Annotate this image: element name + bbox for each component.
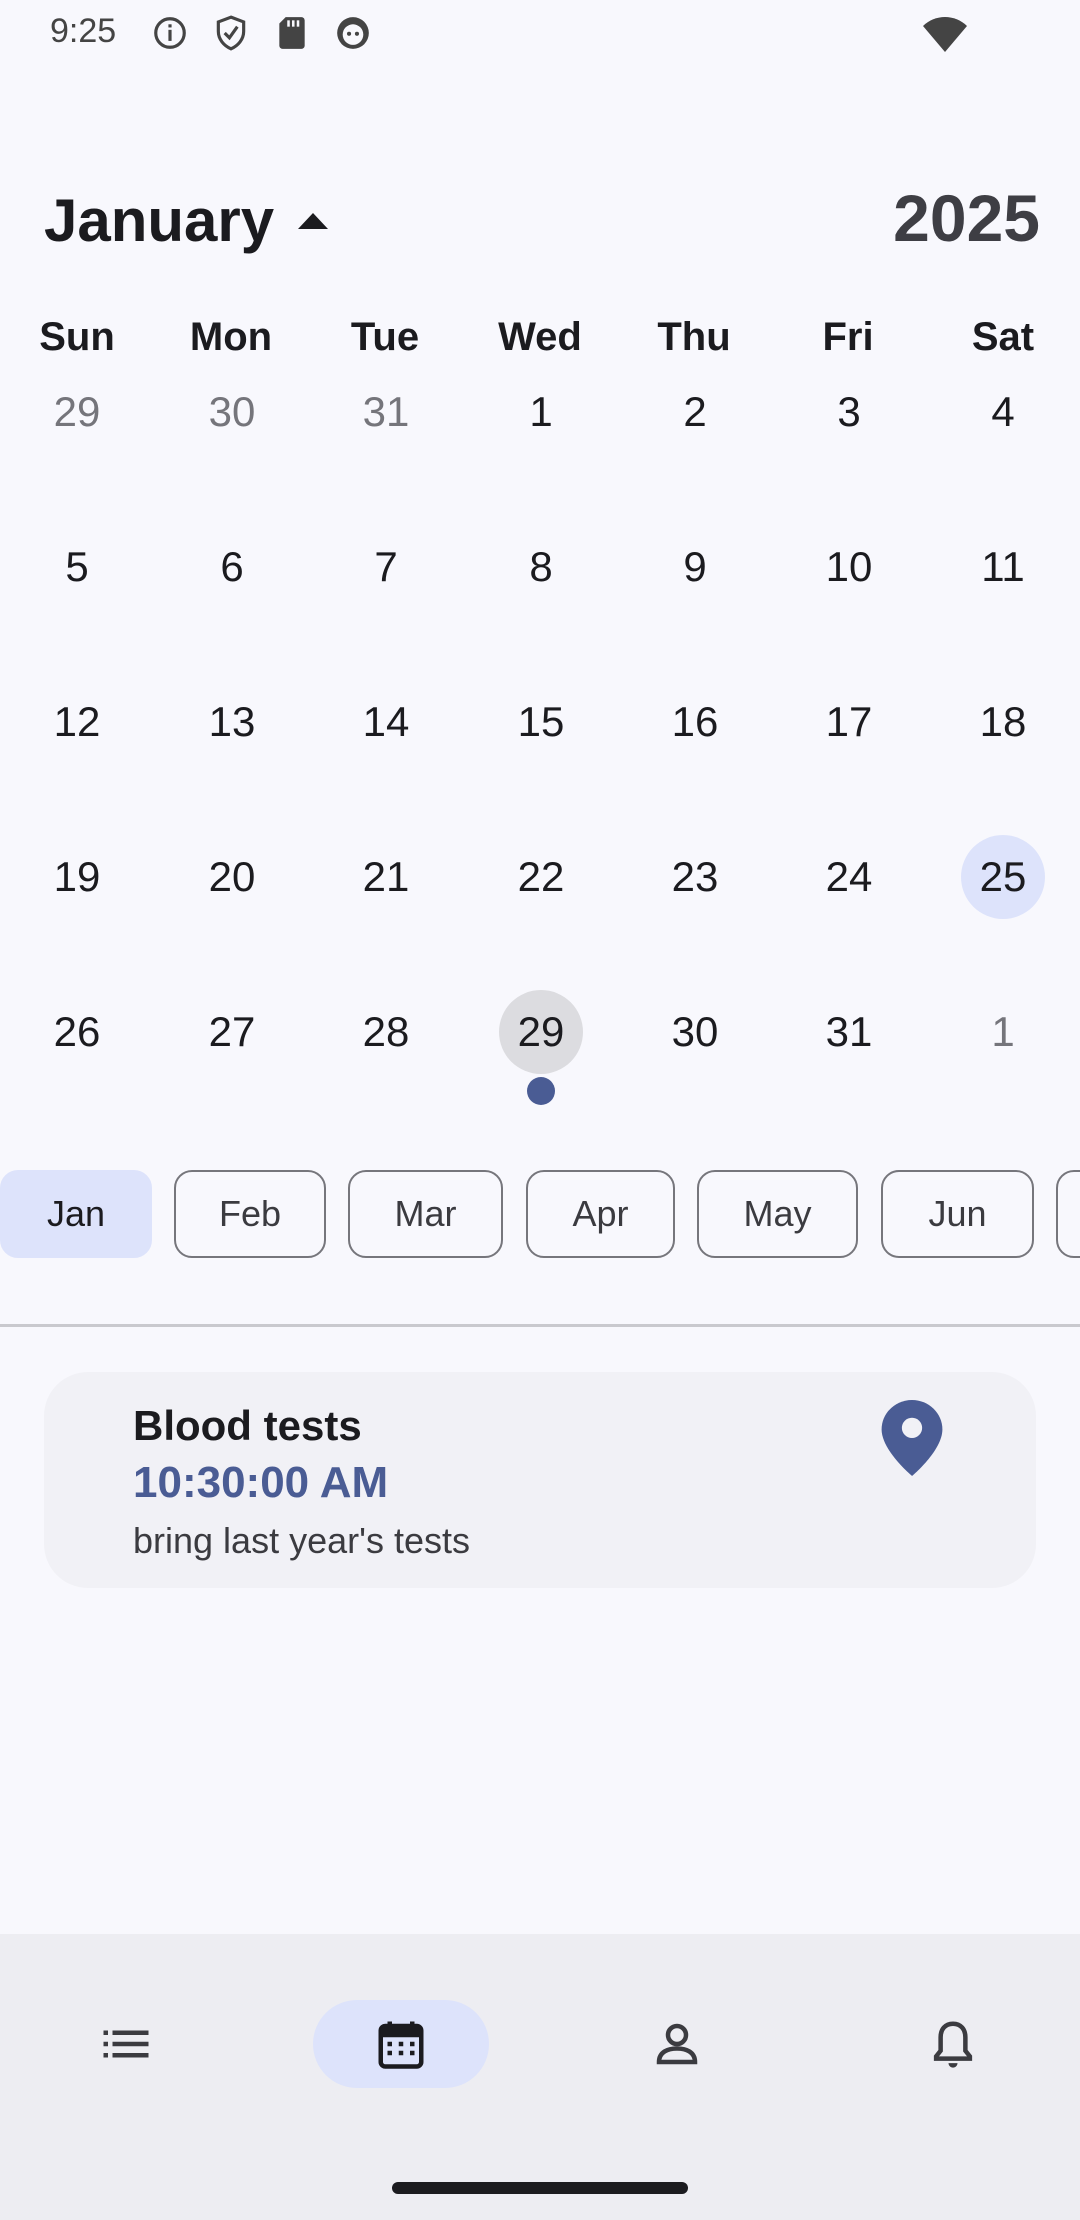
calendar-day[interactable]: 11 <box>961 525 1045 609</box>
nav-notifications[interactable] <box>865 2000 1041 2088</box>
calendar-day-other-month[interactable]: 31 <box>344 370 428 454</box>
info-icon <box>151 14 189 52</box>
calendar-day[interactable]: 15 <box>499 680 583 764</box>
calendar-day[interactable]: 1 <box>499 370 583 454</box>
status-time: 9:25 <box>50 12 117 50</box>
month-chip-row: Jan Feb Mar Apr May Jun <box>0 1170 1080 1260</box>
calendar-day[interactable]: 8 <box>499 525 583 609</box>
divider <box>0 1324 1080 1327</box>
calendar-day[interactable]: 12 <box>35 680 119 764</box>
calendar-day[interactable]: 5 <box>35 525 119 609</box>
weekday-label: Thu <box>657 315 731 359</box>
nav-profile[interactable] <box>589 2000 765 2088</box>
calendar-day[interactable]: 9 <box>653 525 737 609</box>
month-chip[interactable]: Jun <box>881 1170 1034 1258</box>
list-icon <box>103 2030 149 2058</box>
event-card[interactable]: Blood tests 10:30:00 AM bring last year'… <box>44 1372 1036 1588</box>
weekday-label: Sat <box>971 315 1035 359</box>
status-bar: 9:25 <box>0 0 1080 70</box>
calendar-day[interactable]: 27 <box>190 990 274 1074</box>
calendar-day-today[interactable]: 25 <box>961 835 1045 919</box>
location-pin-icon[interactable] <box>880 1400 944 1476</box>
calendar-day[interactable]: 2 <box>653 370 737 454</box>
calendar-day[interactable]: 26 <box>35 990 119 1074</box>
calendar-day[interactable]: 19 <box>35 835 119 919</box>
event-time: 10:30:00 AM <box>133 1458 389 1507</box>
wifi-icon <box>920 14 970 54</box>
weekday-label: Wed <box>498 315 582 359</box>
month-chip[interactable]: May <box>697 1170 858 1258</box>
calendar-day[interactable]: 18 <box>961 680 1045 764</box>
bottom-navigation <box>0 1934 1080 2220</box>
weekday-label: Mon <box>189 315 273 359</box>
nav-list[interactable] <box>38 2000 214 2088</box>
calendar-day-other-month[interactable]: 1 <box>961 990 1045 1074</box>
sd-card-icon <box>273 14 311 52</box>
calendar-day[interactable]: 22 <box>499 835 583 919</box>
calendar-day[interactable]: 23 <box>653 835 737 919</box>
calendar-day[interactable]: 16 <box>653 680 737 764</box>
calendar-day[interactable]: 6 <box>190 525 274 609</box>
event-indicator-dot <box>527 1077 555 1105</box>
month-chip-partial[interactable] <box>1056 1170 1080 1258</box>
calendar-day[interactable]: 28 <box>344 990 428 1074</box>
calendar-day[interactable]: 31 <box>807 990 891 1074</box>
bell-icon <box>933 2021 973 2068</box>
month-title: January <box>44 186 275 254</box>
calendar-day[interactable]: 3 <box>807 370 891 454</box>
shield-icon <box>212 14 250 52</box>
calendar-day[interactable]: 7 <box>344 525 428 609</box>
weekday-header-row: Sun Mon Tue Wed Thu Fri Sat <box>0 315 1080 365</box>
nav-calendar[interactable] <box>313 2000 489 2088</box>
calendar-day[interactable]: 24 <box>807 835 891 919</box>
home-indicator[interactable] <box>392 2182 688 2194</box>
month-chip[interactable]: Mar <box>348 1170 503 1258</box>
calendar-grid: 29 30 31 1 2 3 4 5 6 7 8 9 10 11 12 13 1… <box>0 370 1080 1130</box>
calendar-day[interactable]: 14 <box>344 680 428 764</box>
person-icon <box>656 2023 698 2065</box>
weekday-label: Sun <box>39 315 115 359</box>
android-face-icon <box>334 14 372 52</box>
calendar-day-selected[interactable]: 29 <box>499 990 583 1074</box>
event-title: Blood tests <box>133 1402 362 1449</box>
calendar-icon <box>378 2021 424 2069</box>
calendar-day[interactable]: 4 <box>961 370 1045 454</box>
calendar-day-other-month[interactable]: 30 <box>190 370 274 454</box>
weekday-label: Tue <box>350 315 420 359</box>
calendar-day[interactable]: 21 <box>344 835 428 919</box>
calendar-day[interactable]: 20 <box>190 835 274 919</box>
event-note: bring last year's tests <box>133 1520 471 1561</box>
caret-up-icon <box>298 213 329 229</box>
calendar-day[interactable]: 10 <box>807 525 891 609</box>
weekday-label: Fri <box>822 315 874 359</box>
calendar-day[interactable]: 17 <box>807 680 891 764</box>
calendar-day[interactable]: 30 <box>653 990 737 1074</box>
calendar-day-other-month[interactable]: 29 <box>35 370 119 454</box>
month-chip-selected[interactable]: Jan <box>0 1170 152 1258</box>
calendar-day[interactable]: 13 <box>190 680 274 764</box>
month-selector[interactable]: January <box>44 180 329 260</box>
month-chip[interactable]: Feb <box>174 1170 326 1258</box>
month-chip[interactable]: Apr <box>526 1170 675 1258</box>
year-title: 2025 <box>893 181 1040 255</box>
